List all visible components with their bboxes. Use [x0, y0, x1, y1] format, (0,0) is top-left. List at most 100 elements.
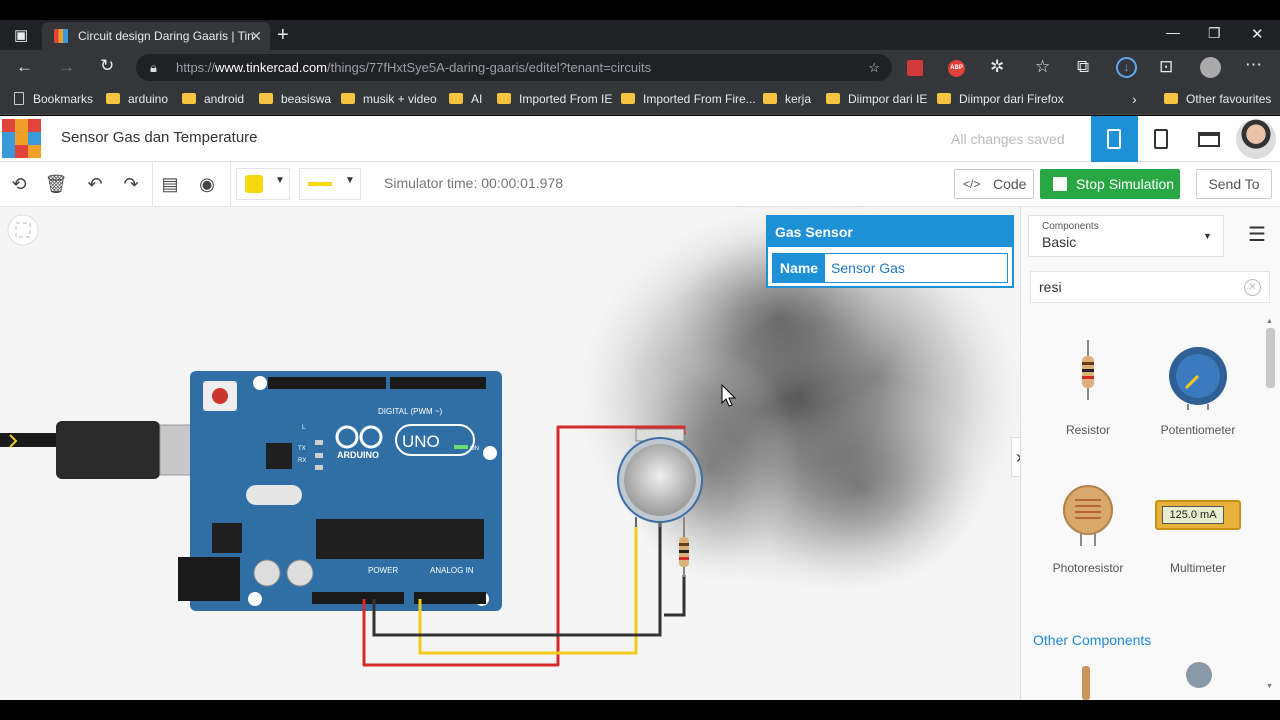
schematic-chip-icon — [1154, 129, 1168, 149]
folder-icon — [497, 93, 511, 104]
photoresistor-icon — [1063, 485, 1113, 546]
bookmark-folder-4[interactable]: musik + video — [341, 92, 437, 107]
component-tile-resistor[interactable]: Resistor — [1035, 330, 1145, 440]
component-tile-potentiometer[interactable]: Potentiometer — [1143, 330, 1253, 440]
arduino-uno-board[interactable] — [178, 371, 502, 611]
folder-icon — [259, 93, 273, 104]
bookmark-folder-5[interactable]: AI — [449, 92, 482, 107]
chevron-down-icon: ▼ — [275, 175, 285, 186]
wire-color-picker[interactable]: ▼ — [299, 168, 361, 200]
bookmark-item-0[interactable]: Bookmarks — [14, 92, 93, 107]
url-field[interactable]: 🔒︎ https://www.tinkercad.com/things/77fH… — [136, 54, 892, 81]
tinkercad-logo[interactable] — [2, 119, 42, 159]
bookmark-folder-2[interactable]: android — [182, 92, 244, 107]
visibility-icon[interactable]: ◉ — [192, 170, 222, 198]
component-search-input[interactable]: resi ✕ — [1030, 271, 1270, 303]
extension-red-icon[interactable] — [907, 60, 923, 76]
favorite-add-icon[interactable]: ☆ — [868, 54, 880, 81]
stop-simulation-button[interactable]: Stop Simulation — [1040, 169, 1180, 199]
window-close-icon[interactable]: ✕ — [1251, 25, 1264, 43]
profile-avatar[interactable] — [1200, 57, 1221, 78]
code-label: Code — [993, 176, 1027, 192]
restore-icon[interactable]: ❐ — [1208, 25, 1221, 42]
schematic-view-button[interactable] — [1138, 116, 1185, 162]
tab-title: Circuit design Daring Gaaris | Tin — [78, 29, 254, 43]
component-tile-partial-resistor[interactable] — [1082, 660, 1092, 700]
rx-label: RX — [298, 458, 306, 464]
folder-icon — [763, 93, 777, 104]
tx-label: TX — [298, 446, 306, 452]
simulator-time: Simulator time: 00:00:01.978 — [384, 175, 563, 191]
wire-color-swatch — [308, 182, 332, 186]
folder-icon — [449, 93, 463, 104]
lock-icon: 🔒︎ — [150, 60, 157, 75]
tab-actions-icon[interactable]: ▣ — [14, 26, 28, 44]
logo-cell — [28, 132, 41, 145]
panel-scrollbar[interactable]: ▲ ▼ — [1265, 318, 1275, 698]
send-to-button[interactable]: Send To — [1196, 169, 1272, 199]
new-tab-icon[interactable]: + — [277, 24, 289, 47]
power-label: POWER — [368, 566, 398, 575]
component-label: Potentiometer — [1160, 423, 1236, 437]
bookmark-folder-9[interactable]: Diimpor dari IE — [826, 92, 927, 107]
name-input[interactable]: Sensor Gas — [831, 254, 905, 282]
component-inspector: Gas Sensor Name Sensor Gas — [766, 215, 1014, 288]
bookmark-folder-10[interactable]: Diimpor dari Firefox — [937, 92, 1064, 107]
bookmark-label: Bookmarks — [33, 92, 94, 106]
bookmark-folder-3[interactable]: beasiswa — [259, 92, 331, 107]
folder-icon — [106, 93, 120, 104]
minimize-icon[interactable]: — — [1166, 24, 1180, 40]
fill-color-picker[interactable]: ▼ — [236, 168, 290, 200]
undo-icon[interactable]: ↶ — [80, 170, 110, 198]
bookmark-label: AI — [471, 92, 483, 106]
on-label: ON — [470, 446, 479, 452]
project-title[interactable]: Sensor Gas dan Temperature — [61, 129, 258, 146]
browser-tab[interactable]: Circuit design Daring Gaaris | Tin ✕ — [42, 22, 270, 50]
scrollbar-thumb[interactable] — [1266, 328, 1275, 388]
component-tile-photoresistor[interactable]: Photoresistor — [1035, 470, 1145, 580]
tinkercad-favicon — [54, 29, 68, 43]
components-select[interactable]: Components Basic ▼ — [1028, 215, 1224, 257]
adblock-icon[interactable]: ABP — [948, 60, 965, 77]
redo-icon[interactable]: ↷ — [116, 170, 146, 198]
bookmark-folder-1[interactable]: arduino — [106, 92, 168, 107]
url-path: /things/77fHxtSye5A-daring-gaaris/editel… — [327, 60, 652, 75]
component-tile-partial-sensor[interactable] — [1184, 662, 1214, 700]
delete-icon[interactable]: 🗑︎ — [41, 170, 71, 198]
reload-icon[interactable]: ↻ — [100, 56, 114, 76]
screenshot-icon[interactable]: ⊡ — [1159, 57, 1173, 77]
components-value: Basic — [1042, 234, 1077, 250]
scroll-up-icon[interactable]: ▲ — [1266, 318, 1273, 325]
digital-label: DIGITAL (PWM ~) — [378, 407, 443, 416]
close-tab-icon[interactable]: ✕ — [250, 22, 262, 50]
circuit-view-button[interactable] — [1091, 116, 1138, 162]
favorites-icon[interactable]: ☆ — [1035, 57, 1050, 77]
logo-cell — [15, 132, 28, 145]
fit-view-icon[interactable] — [7, 214, 39, 246]
scroll-down-icon[interactable]: ▼ — [1266, 683, 1273, 690]
bookmarks-overflow-icon[interactable]: › — [1132, 92, 1137, 107]
back-icon[interactable]: ← — [16, 57, 33, 77]
extensions-icon[interactable]: ✲ — [990, 57, 1004, 77]
logo-cell — [15, 119, 28, 132]
bookmark-folder-7[interactable]: Imported From Fire... — [621, 92, 756, 107]
toolbar-divider — [152, 162, 153, 207]
other-favourites-folder[interactable]: Other favourites — [1164, 92, 1271, 107]
bookmark-folder-8[interactable]: kerja — [763, 92, 811, 107]
downloads-icon[interactable]: ↓ — [1116, 57, 1137, 78]
component-tile-multimeter[interactable]: 125.0 mA Multimeter — [1143, 470, 1253, 580]
user-avatar[interactable] — [1236, 119, 1276, 159]
rotate-icon[interactable]: ⟲ — [4, 170, 34, 198]
more-menu-icon[interactable]: ⋯ — [1245, 55, 1262, 75]
component-list-view-button[interactable] — [1185, 116, 1232, 162]
fill-color-swatch — [245, 175, 263, 193]
collections-icon[interactable]: ⧉ — [1077, 57, 1089, 77]
code-button[interactable]: </> Code — [954, 169, 1034, 199]
clear-search-icon[interactable]: ✕ — [1244, 279, 1261, 296]
forward-icon[interactable]: → — [58, 57, 75, 77]
other-components-link[interactable]: Other Components — [1033, 632, 1151, 648]
bookmark-folder-6[interactable]: Imported From IE — [497, 92, 612, 107]
list-view-icon[interactable]: ☰ — [1248, 222, 1266, 247]
notes-icon[interactable]: ▤ — [155, 170, 185, 198]
bookmark-label: Diimpor dari IE — [848, 92, 928, 106]
